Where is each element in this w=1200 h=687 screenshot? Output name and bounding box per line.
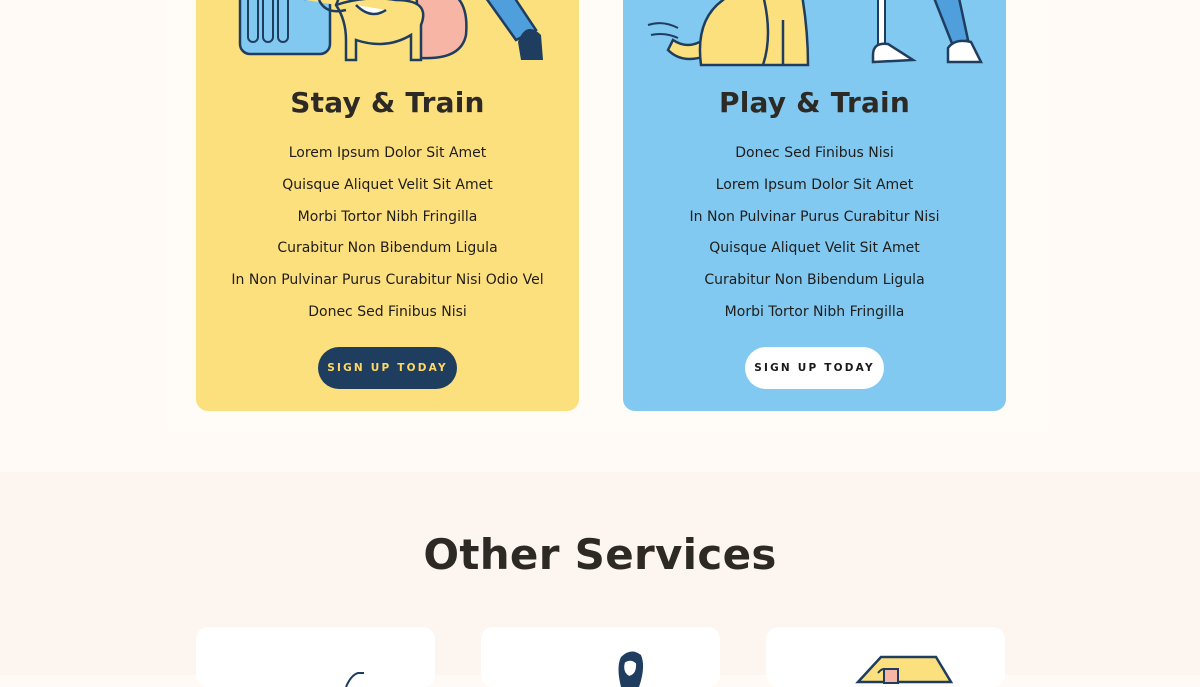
service-card[interactable] bbox=[481, 627, 720, 687]
card-title: Play & Train bbox=[719, 86, 910, 119]
feature-item: Quisque Aliquet Velit Sit Amet bbox=[282, 176, 493, 193]
feature-item: Curabitur Non Bibendum Ligula bbox=[704, 272, 925, 289]
feature-item: Lorem Ipsum Dolor Sit Amet bbox=[288, 145, 487, 161]
feature-item: Quisque Aliquet Velit Sit Amet bbox=[709, 240, 920, 257]
feature-item: Donec Sed Finibus Nisi bbox=[735, 145, 894, 161]
service-card[interactable] bbox=[196, 627, 435, 687]
other-services-section: Other Services bbox=[0, 472, 1200, 687]
section-heading: Other Services bbox=[423, 530, 777, 579]
sitting-dog-with-owner-illustration bbox=[623, 0, 1006, 70]
dog-house-icon bbox=[855, 655, 954, 684]
feature-item: Curabitur Non Bibendum Ligula bbox=[277, 240, 498, 257]
groomer-person-icon bbox=[618, 651, 644, 687]
service-illustration-icon bbox=[345, 672, 364, 687]
dog-in-crate-illustration bbox=[196, 0, 579, 70]
sign-up-button[interactable]: SIGN UP TODAY bbox=[318, 347, 457, 389]
feature-list: Lorem Ipsum Dolor Sit Amet Quisque Aliqu… bbox=[196, 142, 579, 333]
feature-list: Donec Sed Finibus Nisi Lorem Ipsum Dolor… bbox=[623, 142, 1006, 333]
stay-train-card: Stay & Train Lorem Ipsum Dolor Sit Amet … bbox=[196, 0, 579, 411]
feature-item: In Non Pulvinar Purus Curabitur Nisi Odi… bbox=[231, 272, 544, 289]
pricing-section: Stay & Train Lorem Ipsum Dolor Sit Amet … bbox=[0, 0, 1200, 472]
sign-up-button[interactable]: SIGN UP TODAY bbox=[745, 347, 884, 389]
service-card[interactable] bbox=[766, 627, 1005, 687]
feature-item: In Non Pulvinar Purus Curabitur Nisi bbox=[689, 208, 940, 225]
feature-item: Morbi Tortor Nibh Fringilla bbox=[297, 208, 478, 225]
feature-item: Lorem Ipsum Dolor Sit Amet bbox=[715, 176, 914, 193]
feature-item: Morbi Tortor Nibh Fringilla bbox=[724, 303, 905, 320]
play-train-card: Play & Train Donec Sed Finibus Nisi Lore… bbox=[623, 0, 1006, 411]
feature-item: Donec Sed Finibus Nisi bbox=[308, 303, 467, 320]
card-title: Stay & Train bbox=[290, 86, 485, 119]
